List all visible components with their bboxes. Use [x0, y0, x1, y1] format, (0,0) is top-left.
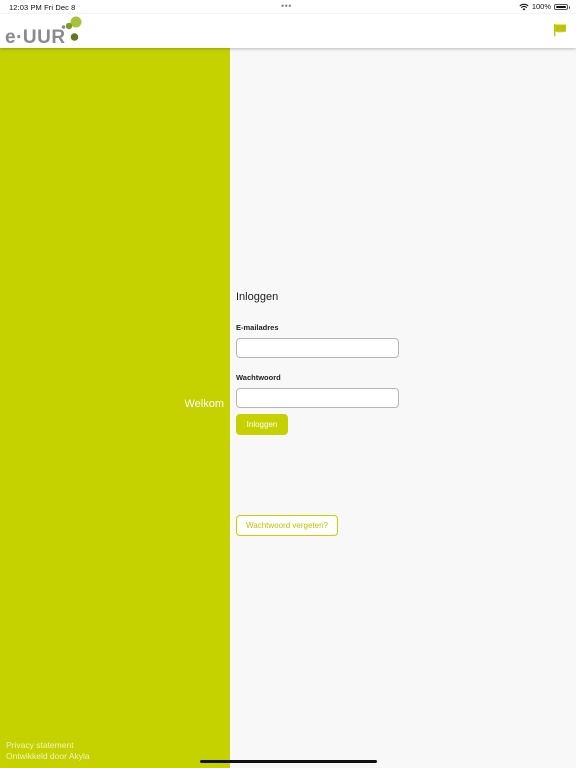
- e-uur-logo: e·UUR: [5, 15, 85, 47]
- footer-links: Privacy statement Ontwikkeld door Akyla: [6, 740, 90, 762]
- multitasking-dots[interactable]: •••: [281, 1, 292, 11]
- battery-icon: [554, 3, 570, 10]
- login-button[interactable]: Inloggen: [236, 414, 288, 435]
- battery-percentage: 100%: [531, 2, 551, 11]
- email-input[interactable]: [236, 338, 399, 358]
- app-screen: 12:03 PM Fri Dec 8 ••• 100% e·UUR Welkom…: [0, 0, 576, 768]
- battery-fill: [556, 5, 566, 8]
- status-indicators: 100%: [519, 2, 570, 11]
- welcome-panel: Welkom Privacy statement Ontwikkeld door…: [0, 48, 230, 768]
- developed-by-link[interactable]: Ontwikkeld door Akyla: [6, 751, 90, 762]
- forgot-password-button[interactable]: Wachtwoord vergeten?: [236, 515, 338, 536]
- privacy-statement-link[interactable]: Privacy statement: [6, 740, 90, 751]
- password-input[interactable]: [236, 388, 399, 408]
- status-bar: 12:03 PM Fri Dec 8 ••• 100%: [0, 0, 576, 14]
- status-time: 12:03 PM Fri Dec 8: [9, 3, 76, 12]
- password-label: Wachtwoord: [236, 373, 281, 382]
- flag-icon[interactable]: [553, 23, 567, 37]
- welcome-text: Welkom: [184, 398, 224, 410]
- logo-text: e·UUR: [5, 27, 66, 48]
- home-indicator[interactable]: [200, 760, 377, 763]
- wifi-icon: [519, 3, 529, 10]
- login-title: Inloggen: [236, 291, 279, 303]
- login-panel: Inloggen E-mailadres Wachtwoord Inloggen…: [230, 48, 576, 768]
- app-header: e·UUR: [0, 14, 576, 48]
- email-label: E-mailadres: [236, 323, 279, 332]
